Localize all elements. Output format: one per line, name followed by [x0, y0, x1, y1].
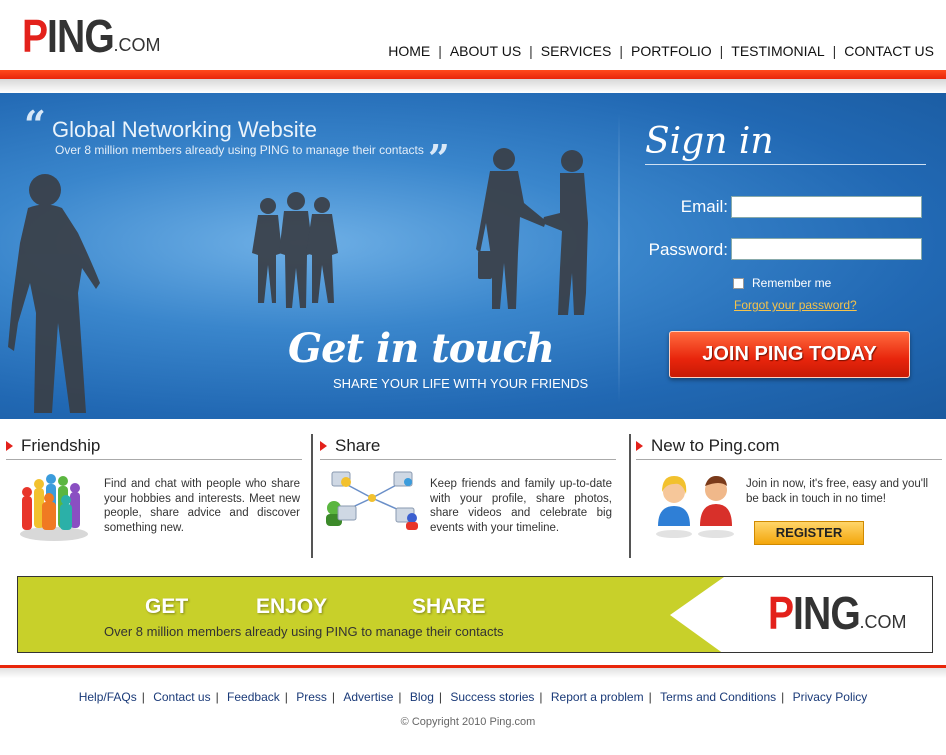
friends-group-icon: [20, 474, 88, 541]
signin-rule: [645, 164, 926, 165]
feature-rule: [636, 459, 942, 460]
footer-link-blog[interactable]: Blog: [405, 690, 439, 704]
handshake-silhouettes-right: [476, 148, 588, 315]
promo-ping-logo: P ING .COM: [768, 587, 907, 639]
footer-separator: |: [215, 690, 219, 704]
feature-title-text: Share: [335, 436, 381, 455]
nav-home[interactable]: HOME: [380, 43, 438, 59]
footer-link-help-faqs[interactable]: Help/FAQs: [74, 690, 142, 704]
promo-word-share: SHARE: [412, 595, 486, 618]
footer-link-report-a-problem[interactable]: Report a problem: [546, 690, 649, 704]
email-field[interactable]: [731, 196, 922, 218]
password-label: Password:: [648, 240, 728, 259]
logo-com: .COM: [113, 35, 161, 55]
footer-separator: |: [331, 690, 336, 704]
remember-me-label: Remember me: [752, 276, 832, 290]
header-red-bar: [0, 70, 946, 79]
feature-title: Friendship: [6, 436, 100, 456]
header: P ING .COM HOME | ABOUT US | SERVICES | …: [0, 0, 946, 70]
footer-link-feedback[interactable]: Feedback: [222, 690, 285, 704]
users-avatars-icon: [656, 476, 734, 538]
promo-banner[interactable]: GET ENJOY SHARE Over 8 million members a…: [17, 576, 933, 653]
forgot-password-link[interactable]: Forgot your password?: [734, 298, 857, 312]
footer-link-contact-us[interactable]: Contact us: [148, 690, 215, 704]
nav-testimonial[interactable]: TESTIMONIAL: [723, 43, 832, 59]
password-field[interactable]: [731, 238, 922, 260]
signin-title: Sign in: [645, 121, 774, 162]
quote-open-icon: “: [24, 102, 46, 147]
banner-title: Global Networking Website: [52, 117, 317, 142]
nav-portfolio[interactable]: PORTFOLIO: [623, 43, 720, 59]
footer-shadow: [0, 668, 946, 678]
logo-letters-ing: ING: [792, 587, 861, 639]
footer-link-advertise[interactable]: Advertise: [338, 690, 398, 704]
footer-separator: |: [438, 690, 443, 704]
feature-title-text: New to Ping.com: [651, 436, 780, 455]
footer-links: Help/FAQs | Contact us | Feedback | Press | …: [0, 690, 946, 704]
group-silhouettes-center: [252, 192, 338, 308]
promo-word-enjoy: ENJOY: [256, 595, 328, 618]
email-label: Email:: [680, 197, 728, 216]
quote-close-icon: ”: [428, 136, 450, 181]
footer-separator: |: [398, 690, 402, 704]
feature-description: Keep friends and family up-to-date with …: [430, 478, 612, 534]
red-triangle-icon: [6, 441, 13, 451]
nav-about-us[interactable]: ABOUT US: [442, 43, 529, 59]
banner-subtitle: Over 8 million members already using PIN…: [55, 143, 424, 157]
remember-me-row: Remember me: [733, 276, 831, 290]
get-in-touch-headline: Get in touch: [288, 325, 555, 372]
footer-link-privacy-policy[interactable]: Privacy Policy: [788, 690, 873, 704]
promo-word-get: GET: [145, 595, 189, 618]
logo-letters-ing: ING: [46, 10, 115, 62]
copyright-text: © Copyright 2010 Ping.com: [400, 716, 536, 728]
footer-separator: |: [284, 690, 288, 704]
feature-separator: [629, 434, 631, 558]
logo-letter-p: P: [768, 587, 794, 639]
nav-contact-us[interactable]: CONTACT US: [836, 43, 934, 59]
feature-share: Share Keep friends and family up-to-date…: [320, 432, 616, 558]
nav-services[interactable]: SERVICES: [533, 43, 620, 59]
footer-link-press[interactable]: Press: [291, 690, 332, 704]
feature-rule: [6, 459, 302, 460]
footer-separator: |: [648, 690, 652, 704]
footer-separator: |: [539, 690, 543, 704]
feature-separator: [311, 434, 313, 558]
banner-tagline: SHARE YOUR LIFE WITH YOUR FRIENDS: [333, 376, 589, 391]
feature-title: Share: [320, 436, 380, 456]
logo-letter-p: P: [22, 10, 48, 62]
feature-title-text: Friendship: [21, 436, 101, 455]
footer-link-success-stories[interactable]: Success stories: [445, 690, 539, 704]
feature-new-to-ping: New to Ping.com Join in now, it's free, …: [636, 432, 942, 558]
feature-title: New to Ping.com: [636, 436, 780, 456]
remember-me-checkbox[interactable]: [733, 277, 744, 289]
footer-separator: |: [141, 690, 145, 704]
header-shadow: [0, 79, 946, 93]
register-button[interactable]: REGISTER: [754, 521, 864, 545]
feature-description: Join in now, it's free, easy and you'll …: [746, 478, 929, 505]
feature-rule: [320, 459, 616, 460]
footer-separator: |: [781, 690, 785, 704]
join-ping-today-button[interactable]: JOIN PING TODAY: [669, 331, 910, 378]
red-triangle-icon: [320, 441, 327, 451]
main-nav: HOME | ABOUT US | SERVICES | PORTFOLIO |…: [380, 43, 934, 59]
banner-divider: [618, 113, 620, 403]
feature-description: Find and chat with people who share your…: [104, 478, 300, 534]
ping-logo[interactable]: P ING .COM: [22, 10, 161, 62]
logo-com: .COM: [859, 612, 907, 632]
network-share-icon: [326, 471, 418, 530]
promo-subtitle: Over 8 million members already using PIN…: [104, 624, 504, 639]
feature-friendship: Friendship Find and chat with people who…: [6, 432, 302, 558]
red-triangle-icon: [636, 441, 643, 451]
man-silhouette-left: [8, 174, 100, 413]
hero-banner: “ Global Networking Website Over 8 milli…: [0, 93, 946, 419]
footer-link-terms[interactable]: Terms and Conditions: [655, 690, 781, 704]
